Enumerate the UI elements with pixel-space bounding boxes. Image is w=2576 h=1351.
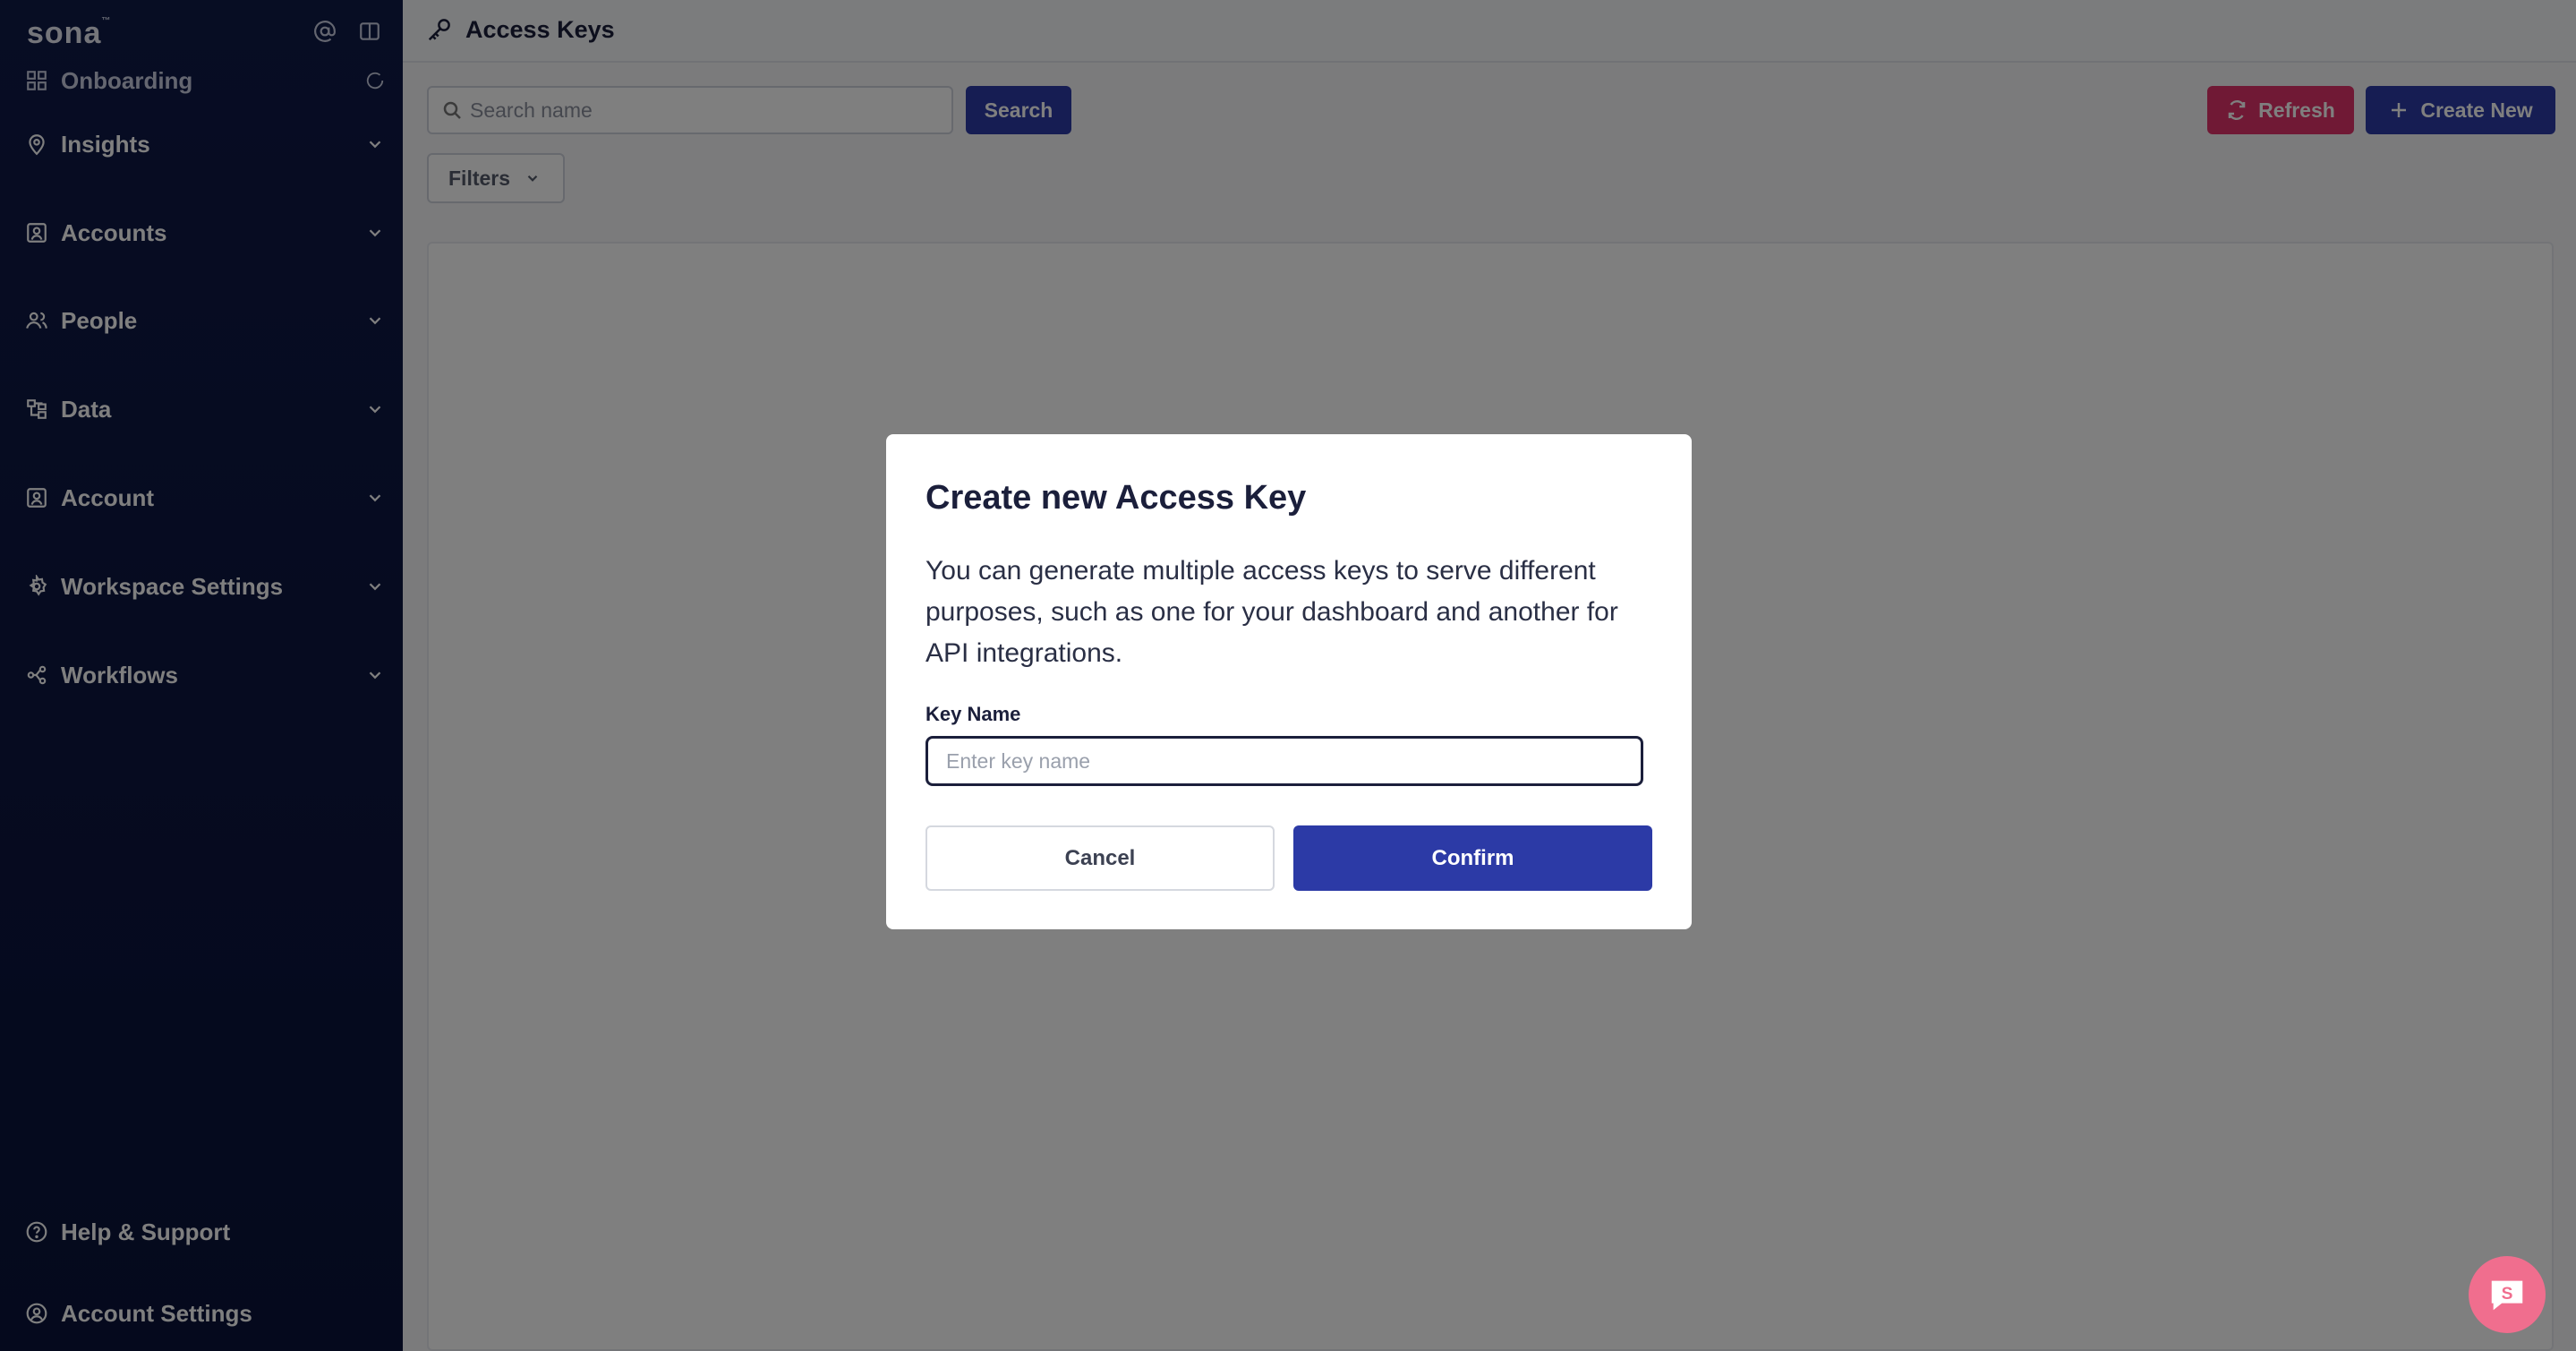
confirm-button[interactable]: Confirm	[1293, 825, 1652, 891]
create-access-key-dialog: Create new Access Key You can generate m…	[886, 434, 1692, 929]
cancel-button[interactable]: Cancel	[925, 825, 1275, 891]
chat-widget-button[interactable]: S	[2469, 1256, 2546, 1333]
key-name-input[interactable]	[925, 736, 1643, 786]
dialog-description: You can generate multiple access keys to…	[925, 556, 1618, 668]
chat-bubble-icon: S	[2491, 1280, 2523, 1311]
svg-text:S: S	[2502, 1285, 2513, 1304]
dialog-title: Create new Access Key	[925, 479, 1307, 517]
key-name-label: Key Name	[925, 703, 1021, 725]
